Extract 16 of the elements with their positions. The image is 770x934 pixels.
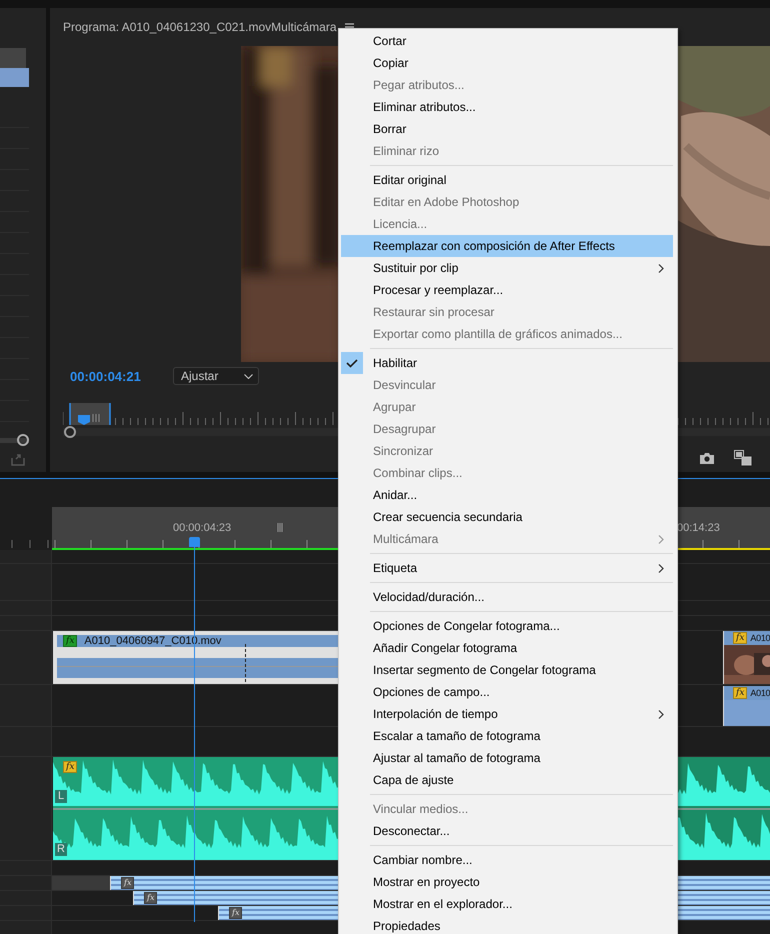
fx-badge: fx (733, 632, 748, 644)
clip-name: A010_04060947_C010.mov (84, 635, 222, 647)
fx-badge: fx (121, 877, 134, 889)
fx-badge: fx (63, 635, 78, 647)
channel-label: R (55, 843, 67, 856)
panel-title: Programa: A010_04061230_C021.movMulticámara (63, 20, 336, 34)
timecode: 00:00:04:21 (70, 368, 142, 384)
ruler-timecode: 00:00:04:23 (173, 522, 232, 534)
fx-badge: fx (144, 892, 158, 904)
clip-name: A010 (750, 633, 770, 643)
ruler-timecode: 00:14:23 (677, 522, 720, 534)
fx-badge: fx (229, 907, 242, 919)
fx-badge: fx (63, 761, 78, 773)
channel-label: L (55, 790, 67, 803)
clip-name: A010 (750, 688, 770, 698)
fx-badge: fx (733, 687, 748, 699)
